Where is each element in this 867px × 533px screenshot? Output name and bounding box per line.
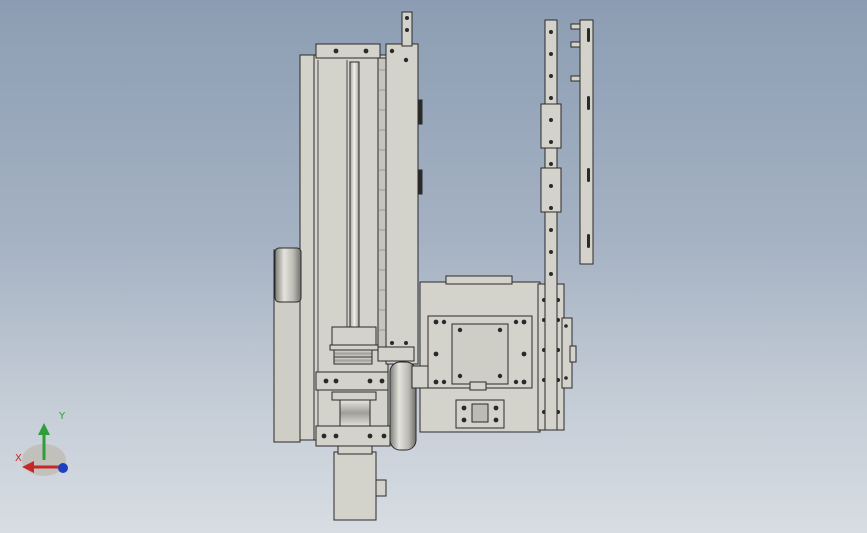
triad-x-label: X	[15, 453, 22, 464]
ball-screw	[349, 61, 360, 328]
motor-connector	[375, 479, 387, 497]
slot-bar	[579, 19, 594, 265]
module-top-lip	[445, 275, 513, 285]
coordinate-triad	[22, 423, 68, 476]
triad-y-label: Y	[59, 411, 66, 422]
motor-coupling	[339, 399, 371, 427]
carriage-adapter	[377, 346, 415, 362]
top-cap	[315, 43, 381, 59]
servo-motor	[333, 451, 377, 521]
cad-model-front-view[interactable]	[0, 0, 867, 533]
motor-flange	[315, 425, 391, 447]
back-plate	[299, 54, 315, 441]
rail-clamp-lower	[540, 167, 562, 213]
z-axis-dot	[58, 463, 68, 473]
linear-rail	[377, 57, 387, 359]
pulley-disk	[274, 247, 302, 303]
detached-slot-bar[interactable]	[570, 19, 594, 265]
bar-tab	[570, 23, 581, 30]
cover-plate	[385, 43, 419, 365]
sensor-block	[469, 381, 487, 391]
left-vertical-actuator[interactable]	[273, 43, 391, 521]
graphics-viewport[interactable]: X Y	[0, 0, 867, 533]
guide-rail	[544, 19, 558, 431]
